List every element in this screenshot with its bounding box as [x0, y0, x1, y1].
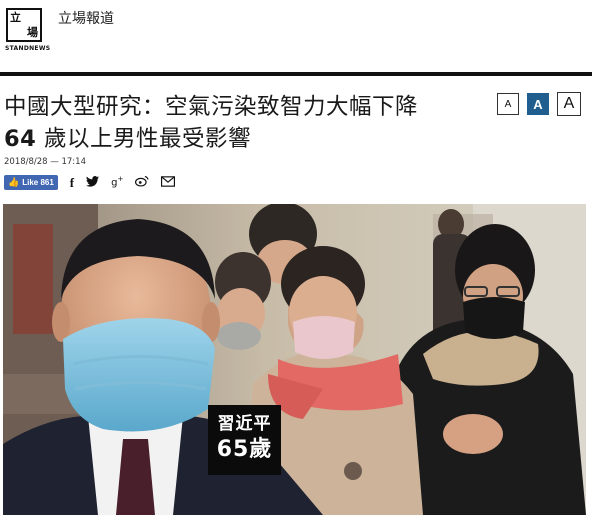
- email-icon[interactable]: [161, 175, 176, 189]
- thumbs-up-icon: 👍: [8, 176, 20, 187]
- font-size-large-button[interactable]: A: [557, 92, 581, 116]
- facebook-icon[interactable]: f: [70, 176, 74, 189]
- logo-char-bottom: 場: [27, 26, 38, 39]
- article-hero-image: [3, 204, 586, 515]
- share-bar: 👍 Like 861 f g+: [4, 174, 176, 190]
- font-size-medium-button[interactable]: A: [527, 93, 549, 115]
- font-size-controls: A A A: [497, 92, 581, 116]
- header-divider: [0, 72, 592, 76]
- site-name-link[interactable]: 立場報道: [58, 8, 114, 28]
- logo-subtext: STANDNEWS: [5, 45, 51, 52]
- font-size-small-button[interactable]: A: [497, 93, 519, 115]
- google-plus-icon[interactable]: g+: [111, 175, 123, 188]
- weibo-icon[interactable]: [135, 175, 149, 189]
- twitter-icon[interactable]: [86, 175, 100, 189]
- title-line-1: 中國大型研究：空氣污染致智力大幅下降: [4, 94, 419, 120]
- caption-age: 65歲: [216, 437, 273, 462]
- image-caption-label: 習近平 65歲: [208, 405, 281, 475]
- logo-char-top: 立: [10, 11, 21, 24]
- like-count: Like 861: [22, 177, 54, 187]
- standnews-logo[interactable]: 立 場: [6, 8, 42, 42]
- title-line-2-text: 歲以上男性最受影響: [36, 126, 251, 152]
- article-timestamp: 2018/8/28 — 17:14: [4, 157, 86, 167]
- caption-name: 習近平: [217, 414, 272, 434]
- article-title: 中國大型研究：空氣污染致智力大幅下降 64 歲以上男性最受影響: [4, 91, 474, 155]
- facebook-like-button[interactable]: 👍 Like 861: [4, 174, 58, 190]
- title-line-2-number: 64: [4, 126, 37, 152]
- site-header: 立 場 STANDNEWS 立場報道: [0, 0, 592, 72]
- hero-photo: [3, 204, 586, 515]
